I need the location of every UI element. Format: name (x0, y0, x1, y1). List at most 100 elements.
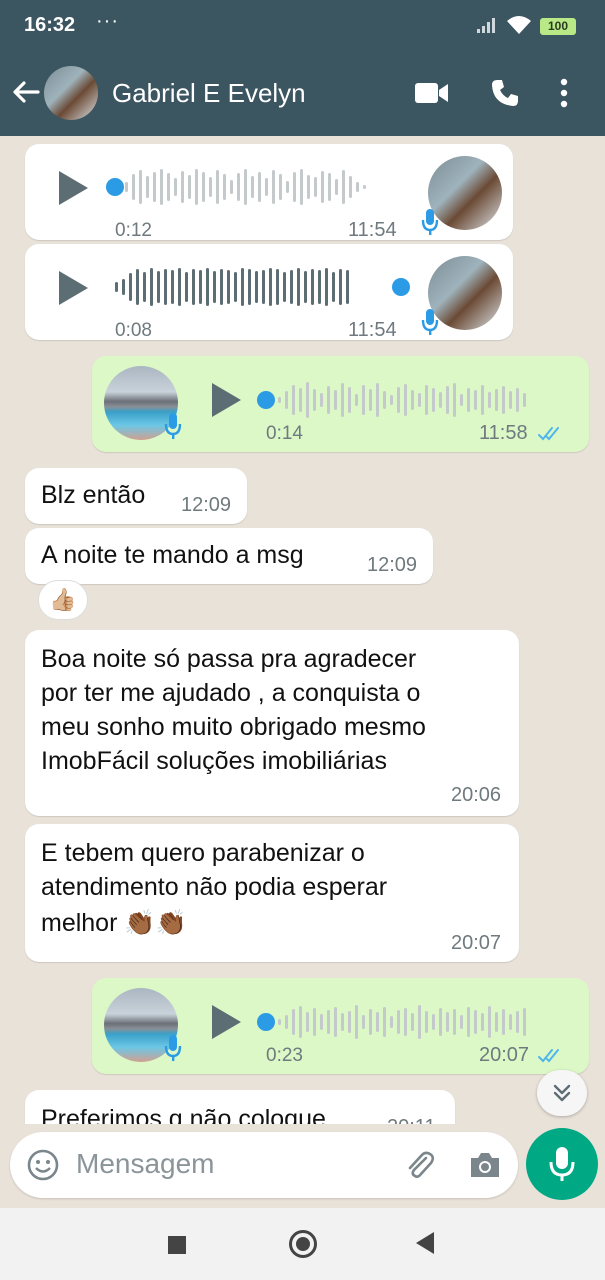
mic-icon (549, 1147, 575, 1181)
waveform-bar (418, 393, 421, 407)
message-time: 20:07 (479, 1044, 530, 1066)
waveform-bar (265, 178, 268, 196)
waveform-bar (355, 1005, 358, 1039)
waveform-bar (376, 383, 379, 417)
waveform-bar (174, 178, 177, 196)
back-button[interactable] (416, 1232, 434, 1254)
phone-icon[interactable] (490, 78, 520, 108)
voice-record-button[interactable] (526, 1128, 598, 1200)
waveform-bar (206, 268, 209, 306)
waveform-bar (453, 1009, 456, 1035)
recents-button[interactable] (168, 1236, 186, 1254)
waveform-bar (474, 390, 477, 410)
waveform-bar (390, 1016, 393, 1028)
signal-icon (477, 18, 495, 33)
chat-area[interactable]: 0:12 11:54 0:08 11:54 0:14 11:58 Blz ent… (0, 136, 605, 1124)
back-arrow-icon[interactable] (10, 76, 42, 108)
waveform-bar (502, 1009, 505, 1035)
waveform-bar (425, 385, 428, 415)
waveform-bar (481, 1013, 484, 1031)
reaction-thumbs-up[interactable]: 👍🏼 (38, 580, 88, 620)
waveform-bar (129, 273, 132, 301)
text-message: E tebem quero parabenizar o atendimento … (25, 824, 519, 962)
waveform-bar (320, 1014, 323, 1030)
waveform-bar (139, 170, 142, 204)
message-time: 11:54 (348, 219, 397, 241)
play-icon[interactable] (212, 383, 241, 417)
voice-progress-dot[interactable] (257, 391, 275, 409)
waveform (278, 378, 526, 422)
waveform-bar (299, 1006, 302, 1038)
waveform-bar (418, 1005, 421, 1039)
mic-icon (421, 309, 439, 335)
contact-name[interactable]: Gabriel E Evelyn (112, 78, 306, 109)
waveform-bar (192, 269, 195, 305)
waveform-bar (516, 388, 519, 412)
more-vert-icon[interactable] (560, 78, 568, 108)
text-message: A noite te mando a msg 12:09 (25, 528, 433, 584)
voice-duration: 0:23 (266, 1045, 303, 1066)
waveform-bar (341, 383, 344, 417)
waveform-bar (328, 173, 331, 201)
waveform-bar (339, 269, 342, 305)
voice-progress-dot[interactable] (257, 1013, 275, 1031)
play-icon[interactable] (59, 271, 88, 305)
waveform-bar (411, 390, 414, 410)
waveform-bar (167, 173, 170, 201)
contact-avatar[interactable] (44, 66, 98, 120)
waveform-bar (425, 1011, 428, 1033)
waveform-bar (248, 269, 251, 305)
waveform-bar (481, 385, 484, 415)
emoji-icon[interactable] (26, 1148, 60, 1182)
voice-duration: 0:08 (115, 320, 152, 341)
waveform-bar (115, 282, 118, 292)
voice-progress-dot[interactable] (106, 178, 124, 196)
mic-icon (421, 209, 439, 235)
waveform-bar (446, 1012, 449, 1032)
camera-icon[interactable] (468, 1150, 502, 1180)
waveform-bar (300, 169, 303, 205)
waveform-bar (341, 1013, 344, 1031)
waveform-bar (311, 269, 314, 305)
waveform-bar (369, 389, 372, 411)
waveform-bar (188, 175, 191, 199)
waveform-bar (474, 1010, 477, 1034)
status-bar: 16:32 ··· 100 (0, 0, 605, 52)
voice-duration: 0:12 (115, 220, 152, 241)
voice-progress-dot[interactable] (392, 278, 410, 296)
waveform-bar (202, 172, 205, 202)
play-icon[interactable] (59, 171, 88, 205)
play-icon[interactable] (212, 1005, 241, 1039)
waveform-bar (125, 182, 128, 192)
scroll-down-button[interactable] (537, 1070, 587, 1116)
waveform-bar (285, 1015, 288, 1029)
message-line-1: Boa noite só passa pra agradecer (41, 645, 417, 673)
waveform-bar (348, 387, 351, 413)
waveform-bar (216, 170, 219, 204)
waveform-bar (318, 270, 321, 304)
waveform-bar (209, 177, 212, 197)
waveform-bar (278, 397, 281, 403)
attach-icon[interactable] (402, 1148, 436, 1182)
message-input-bar[interactable]: Mensagem (10, 1132, 518, 1198)
waveform-bar (153, 172, 156, 202)
waveform-bar (355, 394, 358, 406)
chevron-down-double-icon (553, 1084, 571, 1102)
waveform-bar (516, 1011, 519, 1033)
video-call-icon[interactable] (414, 80, 450, 106)
home-button[interactable] (289, 1230, 317, 1258)
waveform-bar (334, 390, 337, 410)
mic-icon (164, 1035, 182, 1061)
waveform-bar (432, 388, 435, 412)
waveform-bar (342, 170, 345, 204)
waveform-bar (146, 176, 149, 198)
waveform-bar (234, 272, 237, 302)
waveform-bar (150, 268, 153, 306)
waveform-bar (383, 391, 386, 409)
battery-icon: 100 (540, 18, 576, 35)
waveform-bar (446, 386, 449, 414)
waveform-bar (313, 1008, 316, 1036)
waveform-bar (404, 1008, 407, 1036)
message-input[interactable]: Mensagem (76, 1148, 215, 1180)
chat-header: Gabriel E Evelyn (0, 52, 605, 136)
